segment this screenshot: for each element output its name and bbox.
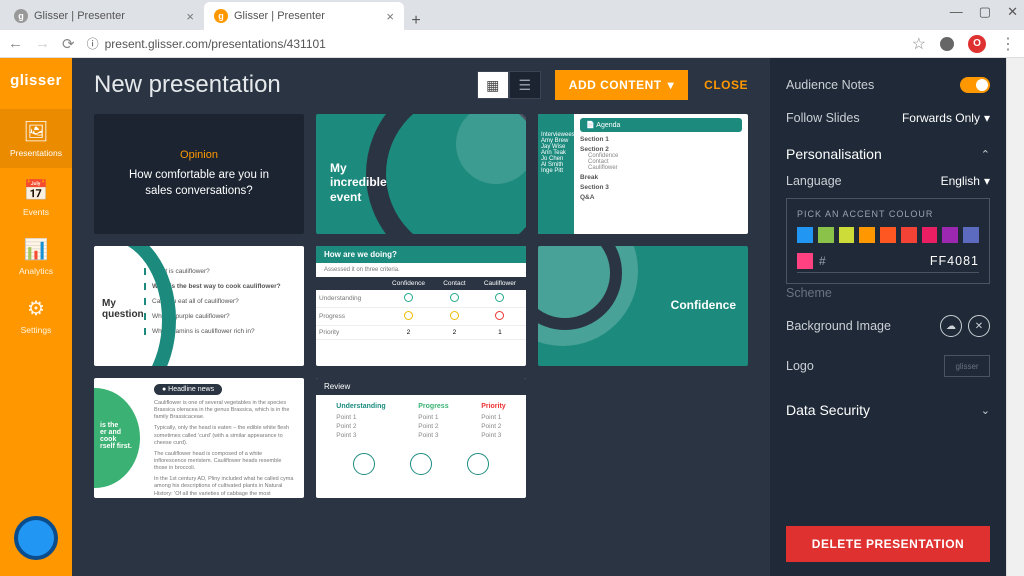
close-button[interactable]: CLOSE <box>704 78 748 92</box>
slide-thumbnail[interactable]: Confidence <box>538 246 748 366</box>
tab-title: Glisser | Presenter <box>234 10 325 22</box>
audience-notes-toggle[interactable] <box>960 77 990 93</box>
sidebar-item-label: Presentations <box>10 148 62 158</box>
personalisation-section[interactable]: Personalisation⌃ <box>786 134 990 168</box>
profile-badge[interactable]: O <box>968 35 986 53</box>
upload-bg-button[interactable]: ☁ <box>940 315 962 337</box>
slide-thumbnail[interactable]: Review UnderstandingPoint 1Point 2Point … <box>316 378 526 498</box>
window-close[interactable]: ✕ <box>1007 4 1018 20</box>
language-dropdown[interactable]: English ▾ <box>941 174 990 188</box>
new-tab-button[interactable]: + <box>404 12 428 30</box>
chevron-down-icon: ▾ <box>984 174 990 188</box>
audience-notes-label: Audience Notes <box>786 78 874 92</box>
window-maximize[interactable]: ▢ <box>979 4 991 20</box>
tab-favicon: g <box>14 9 28 23</box>
delete-presentation-button[interactable]: DELETE PRESENTATION <box>786 526 990 562</box>
browser-tab-2[interactable]: g Glisser | Presenter × <box>204 2 404 30</box>
reload-button[interactable]: ⟳ <box>62 35 75 53</box>
colour-swatch[interactable] <box>880 227 896 243</box>
presentations-icon: 🖼 <box>23 119 48 144</box>
add-content-button[interactable]: ADD CONTENT▾ <box>555 70 688 100</box>
hash-symbol: # <box>819 254 826 268</box>
data-security-section[interactable]: Data Security⌄ <box>786 386 990 424</box>
colour-swatch[interactable] <box>922 227 938 243</box>
colour-swatch[interactable] <box>797 227 813 243</box>
hex-input[interactable]: FF4081 <box>930 254 979 268</box>
chevron-down-icon: ⌄ <box>981 404 990 417</box>
slide-thumbnail[interactable]: Myincredibleevent <box>316 114 526 234</box>
slide-thumbnail[interactable]: Myquestion What is cauliflower? What is … <box>94 246 304 366</box>
logo-preview[interactable]: glisser <box>944 355 990 377</box>
colour-swatch[interactable] <box>901 227 917 243</box>
tab-title: Glisser | Presenter <box>34 10 125 22</box>
brand-logo: glisser <box>10 72 62 89</box>
app-sidebar: glisser 🖼 Presentations 📅 Events 📊 Analy… <box>0 58 72 576</box>
colour-swatch[interactable] <box>839 227 855 243</box>
browser-tab-1[interactable]: g Glisser | Presenter × <box>4 2 204 30</box>
window-minimize[interactable]: — <box>950 4 963 20</box>
colour-swatch[interactable] <box>942 227 958 243</box>
analytics-icon: 📊 <box>24 237 49 262</box>
chevron-up-icon: ⌃ <box>981 148 990 161</box>
settings-icon: ⚙ <box>27 296 45 321</box>
os-scrollbar[interactable] <box>1006 58 1024 576</box>
sidebar-item-label: Analytics <box>19 266 53 276</box>
sidebar-item-events[interactable]: 📅 Events <box>0 168 72 227</box>
scheme-label: Scheme <box>786 286 990 300</box>
chevron-down-icon: ▾ <box>984 111 990 125</box>
site-info-icon[interactable]: ⓘ <box>87 35 99 52</box>
slide-thumbnail[interactable]: Opinion How comfortable are you insales … <box>94 114 304 234</box>
current-colour-swatch <box>797 253 813 269</box>
url: present.glisser.com/presentations/431101 <box>105 37 326 51</box>
slide-thumbnail[interactable]: Interviewees: Amy Brew Jay Wise Ann Teak… <box>538 114 748 234</box>
colour-swatch[interactable] <box>963 227 979 243</box>
slide-grid: Opinion How comfortable are you insales … <box>94 114 748 498</box>
tab-close-icon[interactable]: × <box>186 9 194 24</box>
settings-panel: Audience Notes Follow Slides Forwards On… <box>770 58 1006 576</box>
slide-tag: Opinion <box>180 149 218 161</box>
events-icon: 📅 <box>24 178 49 203</box>
extension-icon[interactable] <box>940 37 954 51</box>
follow-slides-label: Follow Slides <box>786 111 860 125</box>
address-bar[interactable]: ⓘ present.glisser.com/presentations/4311… <box>87 35 900 52</box>
back-button[interactable]: ← <box>8 35 23 52</box>
sidebar-item-label: Settings <box>21 325 52 335</box>
sidebar-item-label: Events <box>23 207 49 217</box>
list-view-button[interactable]: ☰ <box>509 71 541 99</box>
logo-label: Logo <box>786 359 814 373</box>
tab-close-icon[interactable]: × <box>386 9 394 24</box>
grid-view-button[interactable]: ▦ <box>477 71 509 99</box>
slide-thumbnail[interactable]: is theer andcookrself first. ● Headline … <box>94 378 304 498</box>
background-image-label: Background Image <box>786 319 891 333</box>
forward-button[interactable]: → <box>35 35 50 52</box>
colour-swatch[interactable] <box>859 227 875 243</box>
chevron-down-icon: ▾ <box>668 78 675 92</box>
tab-favicon: g <box>214 9 228 23</box>
accent-colour-picker: PICK AN ACCENT COLOUR # FF4081 <box>786 198 990 284</box>
page-title: New presentation <box>94 71 477 99</box>
slide-thumbnail[interactable]: How are we doing? Assessed it on three c… <box>316 246 526 366</box>
bookmark-icon[interactable]: ☆ <box>912 34 926 54</box>
sidebar-item-settings[interactable]: ⚙ Settings <box>0 286 72 345</box>
menu-icon[interactable]: ⋮ <box>1000 34 1016 54</box>
follow-slides-dropdown[interactable]: Forwards Only ▾ <box>902 111 990 125</box>
language-label: Language <box>786 174 842 188</box>
remove-bg-button[interactable]: ✕ <box>968 315 990 337</box>
colour-swatch[interactable] <box>818 227 834 243</box>
user-avatar[interactable] <box>14 516 58 560</box>
accent-label: PICK AN ACCENT COLOUR <box>797 209 979 219</box>
sidebar-item-presentations[interactable]: 🖼 Presentations <box>0 109 72 168</box>
sidebar-item-analytics[interactable]: 📊 Analytics <box>0 227 72 286</box>
